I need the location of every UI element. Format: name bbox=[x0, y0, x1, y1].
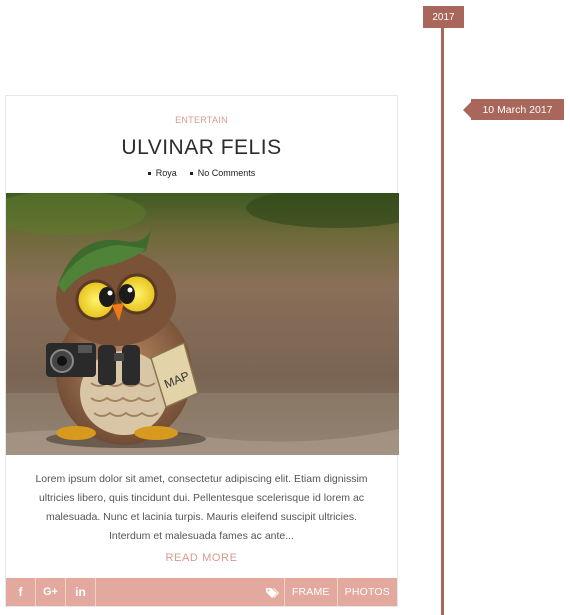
footer-spacer bbox=[96, 578, 262, 606]
googleplus-share-button[interactable]: G+ bbox=[36, 578, 66, 606]
linkedin-icon: in bbox=[75, 585, 86, 599]
tag-frame[interactable]: FRAME bbox=[283, 578, 337, 606]
tags-icon bbox=[262, 578, 284, 606]
post-excerpt: Lorem ipsum dolor sit amet, consectetur … bbox=[35, 473, 368, 542]
facebook-icon: f bbox=[18, 585, 23, 599]
post-author[interactable]: Roya bbox=[148, 168, 177, 178]
post-image[interactable]: MAP bbox=[6, 193, 399, 455]
googleplus-icon: G+ bbox=[43, 586, 58, 598]
tag-photos[interactable]: PHOTOS bbox=[336, 578, 397, 606]
linkedin-share-button[interactable]: in bbox=[66, 578, 96, 606]
post-comments[interactable]: No Comments bbox=[190, 168, 256, 178]
read-more-link[interactable]: READ MORE bbox=[6, 552, 397, 564]
post-card: ENTERTAIN ULVINAR FELIS Roya No Comments bbox=[5, 95, 399, 607]
post-category[interactable]: ENTERTAIN bbox=[6, 115, 397, 125]
timeline-date-flag: 10 March 2017 bbox=[463, 99, 564, 120]
facebook-share-button[interactable]: f bbox=[6, 578, 36, 606]
post-meta: Roya No Comments bbox=[6, 168, 397, 178]
owl-figurine-image: MAP bbox=[6, 193, 399, 455]
post-footer-bar: f G+ in FRAME PHOTOS bbox=[6, 578, 397, 606]
post-title[interactable]: ULVINAR FELIS bbox=[6, 136, 397, 160]
timeline-year-badge: 2017 bbox=[423, 6, 464, 28]
timeline-line bbox=[441, 28, 444, 615]
